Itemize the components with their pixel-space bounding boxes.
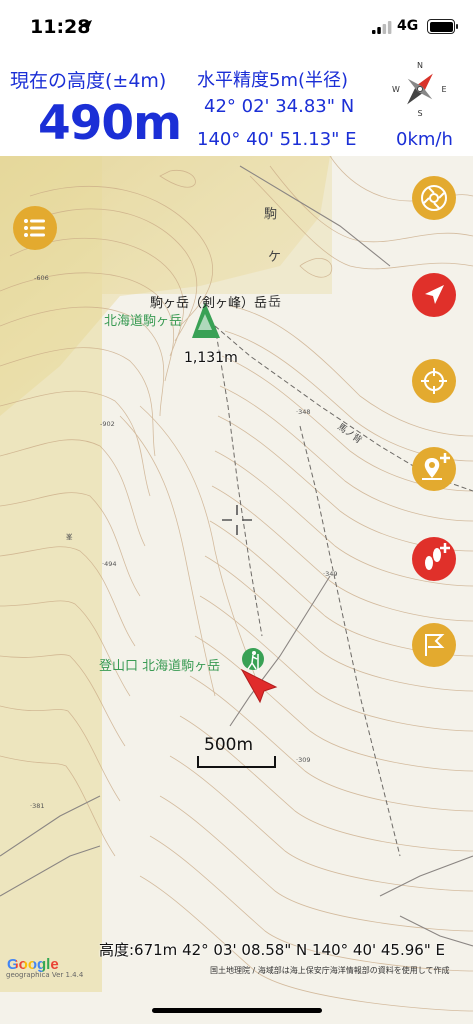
add-location-button[interactable]	[412, 447, 456, 491]
map-attribution: 国土地理院 / 海域部は海上保安庁海洋情報部の資料を使用して作成	[210, 966, 450, 975]
map-label: ケ	[268, 250, 281, 265]
map-label: -606	[34, 274, 49, 282]
signal-bars-icon	[372, 21, 392, 34]
trailhead-label: 登山口 北海道駒ヶ岳	[99, 659, 221, 674]
spiral-button[interactable]	[412, 176, 456, 220]
altitude-value: 490m	[38, 96, 182, 151]
scale-label: 500m	[204, 735, 254, 755]
app-version: geographica Ver 1.4.4	[6, 971, 84, 979]
compass-east-label: E	[441, 85, 446, 94]
compass-north-label: N	[417, 61, 423, 70]
spiral-icon	[412, 176, 456, 220]
latitude-value: 42° 02' 34.83" N	[204, 96, 355, 117]
peak-point-label: 北海道駒ヶ岳	[104, 314, 183, 329]
cursor-readout: 高度:671m 42° 03' 08.58" N 140° 40' 45.96"…	[99, 941, 445, 959]
speed-value: 0km/h	[396, 129, 453, 150]
location-arrow-icon	[80, 20, 92, 32]
map-label: -902	[100, 420, 115, 428]
navigate-button[interactable]	[412, 273, 456, 317]
map-label: ·381	[30, 802, 44, 810]
map-label: 駒	[264, 207, 277, 222]
navigate-arrow-icon	[412, 273, 456, 317]
info-panel: 現在の高度(±4m) 490m 水平精度5m(半径) 42° 02' 34.83…	[0, 56, 473, 156]
footprints-button[interactable]	[412, 537, 456, 581]
topographic-map[interactable]: -606 -902 ·494 ·348 ·349 ·381 ·309 峯 駒 ケ…	[0, 156, 473, 1024]
compass-south-label: S	[417, 109, 422, 118]
target-button[interactable]	[412, 359, 456, 403]
accuracy-label: 水平精度5m(半径)	[197, 70, 349, 91]
peak-elevation-label: 1,131m	[184, 350, 238, 366]
altitude-label: 現在の高度(±4m)	[10, 70, 167, 92]
menu-icon	[13, 206, 57, 250]
map-label: ·348	[296, 408, 310, 416]
status-bar: 11:28 4G	[0, 0, 473, 56]
footprints-add-icon	[412, 537, 456, 581]
compass-icon[interactable]: N S W E	[391, 59, 449, 119]
map-label: 峯	[66, 533, 73, 541]
map-label: ·309	[296, 756, 310, 764]
crosshair-target-icon	[412, 359, 456, 403]
hiker-marker-icon[interactable]	[242, 648, 264, 670]
flag-button[interactable]	[412, 623, 456, 667]
network-type: 4G	[397, 18, 419, 34]
menu-button[interactable]	[13, 206, 57, 250]
battery-icon	[427, 19, 458, 34]
map-label: 岳	[268, 295, 281, 310]
map-label: ·494	[102, 560, 116, 568]
flag-icon	[412, 623, 456, 667]
compass-west-label: W	[392, 85, 400, 94]
peak-name-label: 駒ヶ岳（剣ヶ峰）岳	[150, 296, 268, 311]
map-label: ·349	[323, 570, 337, 578]
home-indicator	[152, 1008, 322, 1013]
add-location-icon	[412, 447, 456, 491]
map-view[interactable]: -606 -902 ·494 ·348 ·349 ·381 ·309 峯 駒 ケ…	[0, 156, 473, 1024]
longitude-value: 140° 40' 51.13" E	[197, 129, 357, 150]
